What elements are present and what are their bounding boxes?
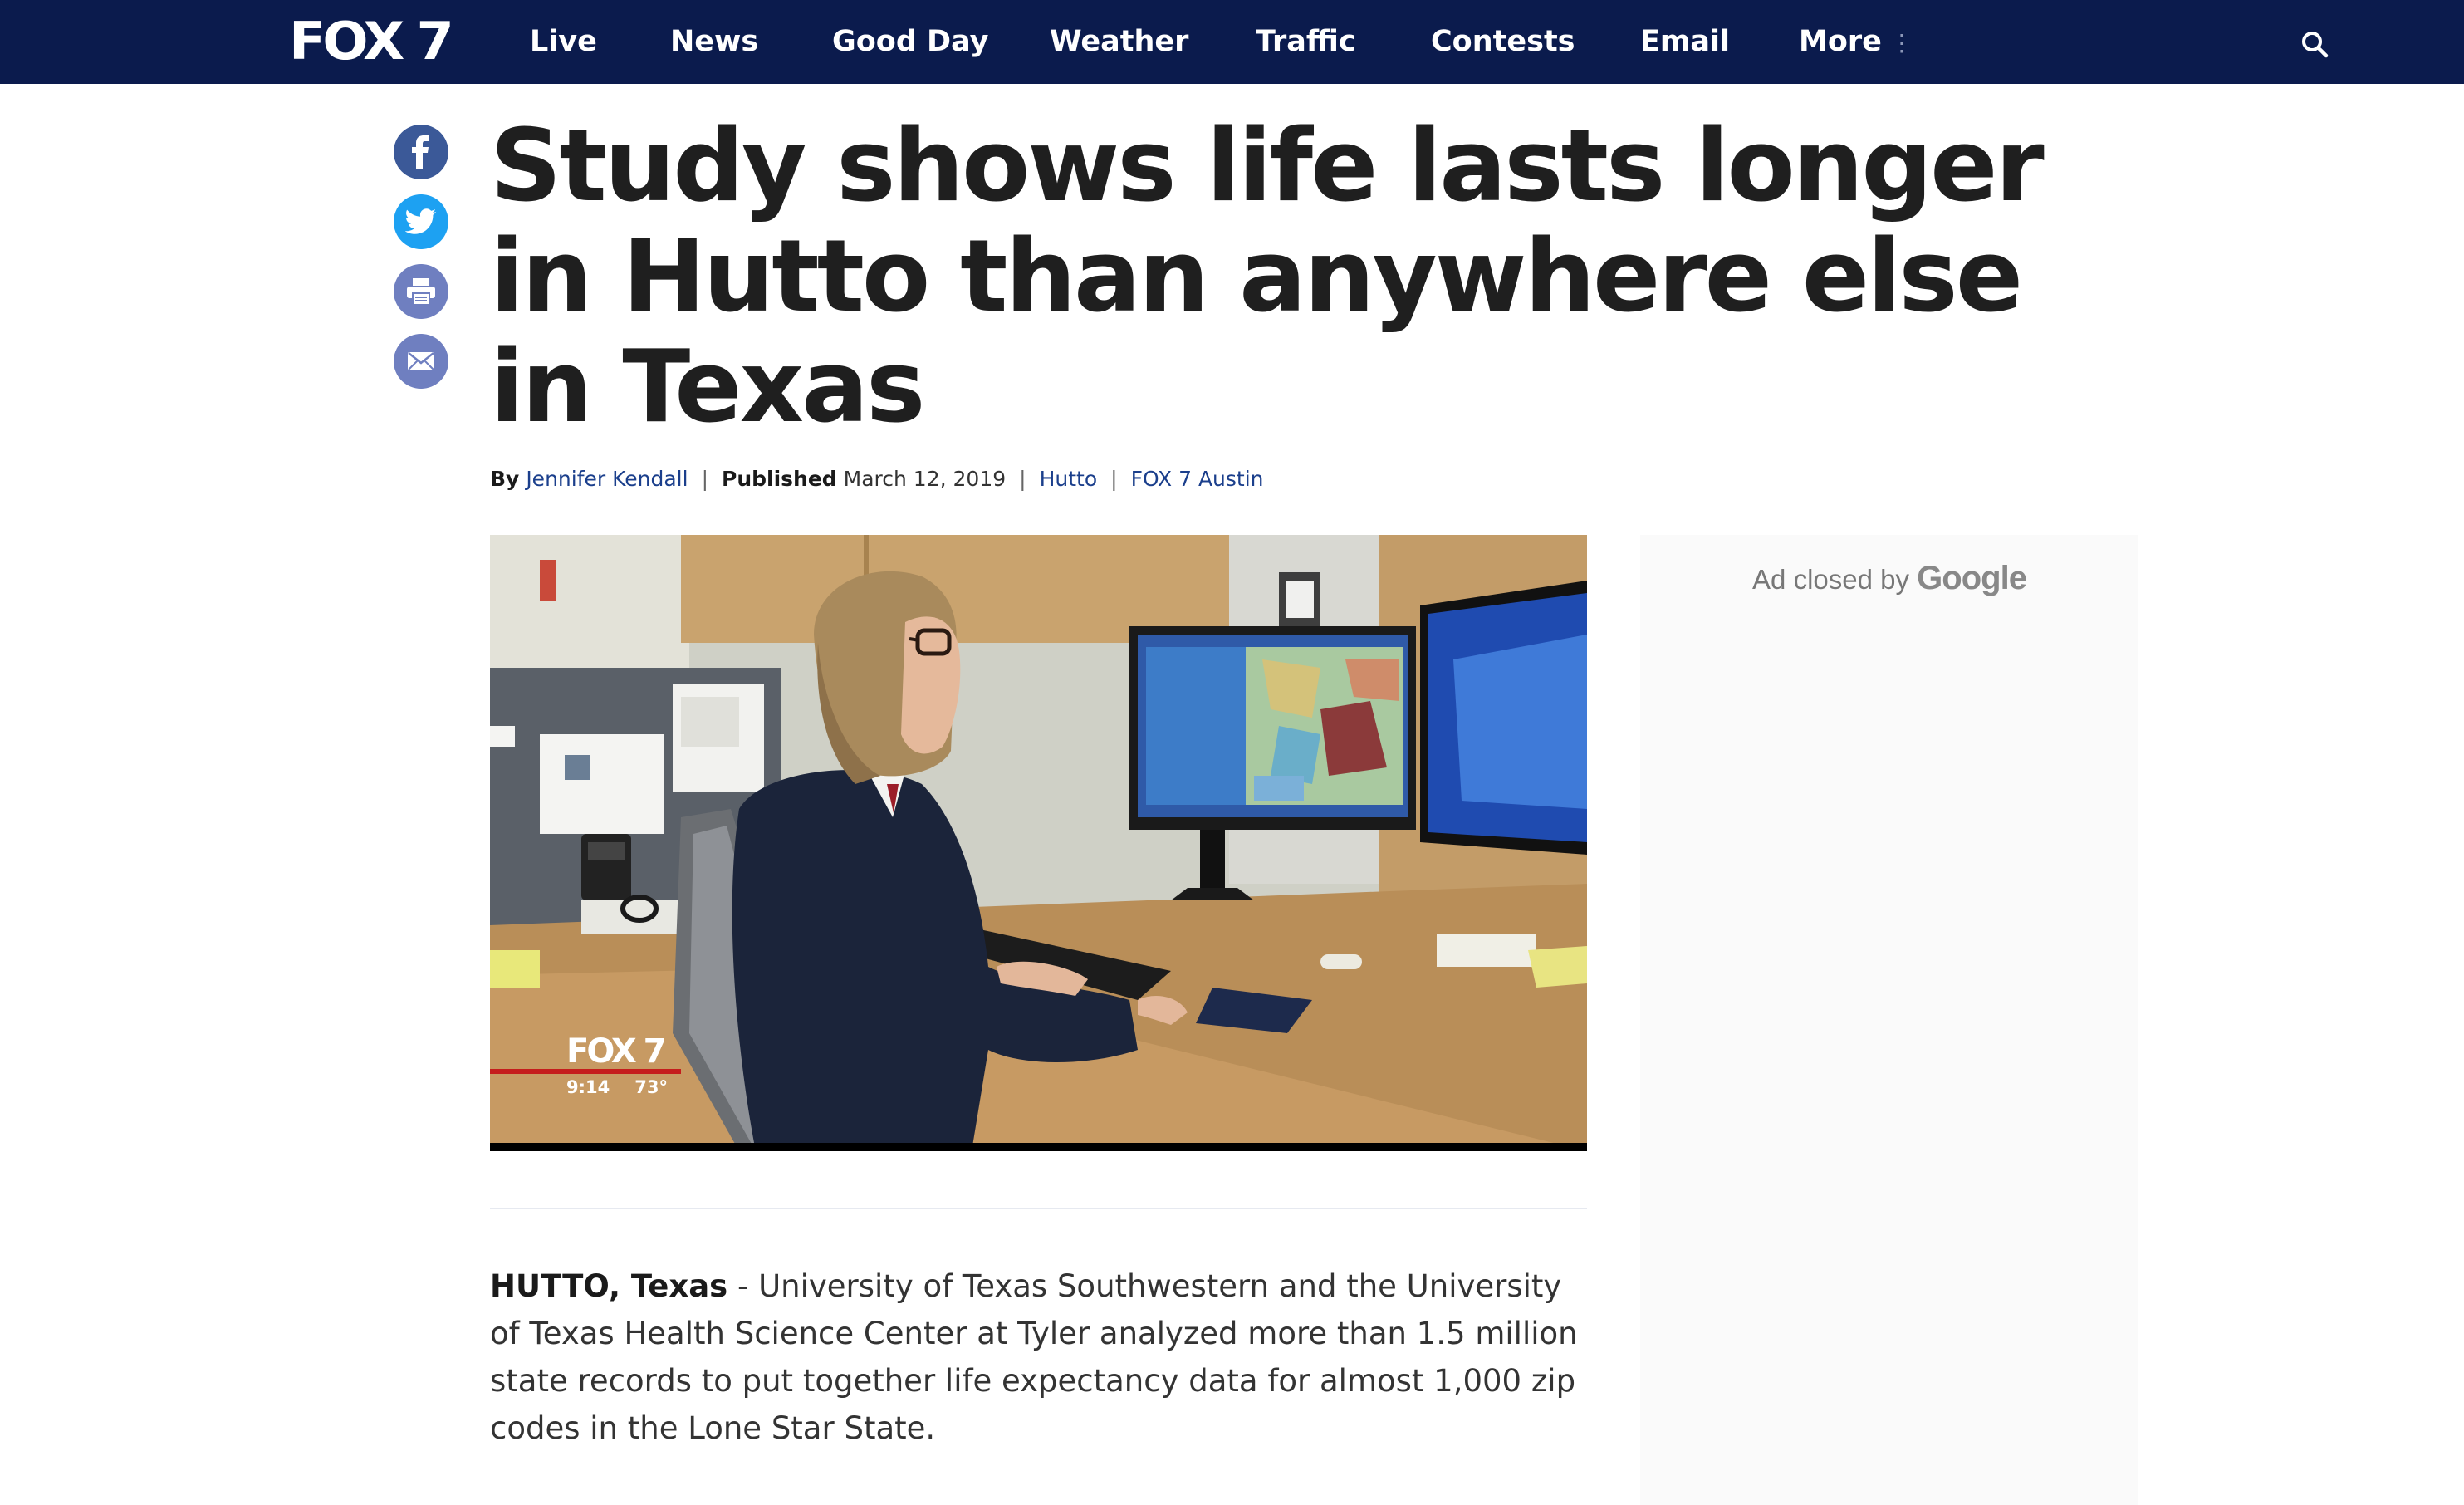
ad-slot: Ad closed by Google (1640, 535, 2138, 1505)
email-share-button[interactable] (394, 334, 448, 389)
article-video[interactable]: FOX 7 9:14 73° (490, 535, 1587, 1151)
nav-item-more[interactable]: More ⋮ (1799, 23, 1913, 61)
byline-separator: | (1110, 467, 1118, 491)
nav-item-email[interactable]: Email (1640, 23, 1730, 60)
article-divider (490, 1208, 1587, 1209)
nav-item-news[interactable]: News (670, 23, 758, 60)
video-bottom-bar (490, 1143, 1587, 1151)
twitter-icon (405, 208, 437, 234)
article-dateline: HUTTO, Texas (490, 1268, 728, 1304)
article-byline: By Jennifer Kendall | Published March 12, … (490, 465, 1264, 493)
facebook-share-button[interactable] (394, 125, 448, 179)
author-link[interactable]: Jennifer Kendall (526, 467, 688, 491)
published-date: March 12, 2019 (843, 467, 1007, 491)
print-button[interactable] (394, 264, 448, 319)
video-bug-red-line (490, 1069, 681, 1074)
nav-item-more-label: More (1799, 25, 1882, 58)
nav-item-live[interactable]: Live (530, 23, 597, 60)
fox7-logo[interactable]: FOX 7 (289, 16, 454, 67)
ad-closed-label: Ad closed by (1752, 564, 1909, 595)
byline-label: By (490, 467, 520, 491)
nav-item-good-day[interactable]: Good Day (832, 23, 988, 60)
source-link[interactable]: FOX 7 Austin (1131, 467, 1264, 491)
google-logo: Google (1917, 560, 2027, 596)
video-station-bug: FOX 7 (566, 1032, 666, 1071)
video-bug-time: 9:14 (566, 1077, 610, 1097)
article-body: HUTTO, Texas - University of Texas South… (490, 1262, 1594, 1452)
nav-item-weather[interactable]: Weather (1050, 23, 1188, 60)
top-navigation-bar: FOX 7 Live News Good Day Weather Traffic… (0, 0, 2464, 84)
nav-item-contests[interactable]: Contests (1431, 23, 1575, 60)
ad-closed-notice: Ad closed by Google (1640, 560, 2138, 597)
more-dots-icon: ⋮ (1889, 29, 1913, 56)
print-icon (407, 278, 435, 306)
email-icon (408, 352, 434, 370)
byline-separator: | (1019, 467, 1026, 491)
facebook-icon (412, 135, 429, 169)
published-label: Published (722, 467, 837, 491)
video-bug-temp: 73° (634, 1077, 668, 1097)
tag-link-hutto[interactable]: Hutto (1040, 467, 1098, 491)
twitter-share-button[interactable] (394, 194, 448, 249)
byline-separator: | (701, 467, 709, 491)
article-headline: Study shows life lasts longer in Hutto t… (490, 109, 2045, 445)
nav-item-traffic[interactable]: Traffic (1256, 23, 1356, 60)
search-icon[interactable] (2299, 28, 2332, 61)
video-bug-time-temp: 9:14 73° (566, 1076, 668, 1098)
